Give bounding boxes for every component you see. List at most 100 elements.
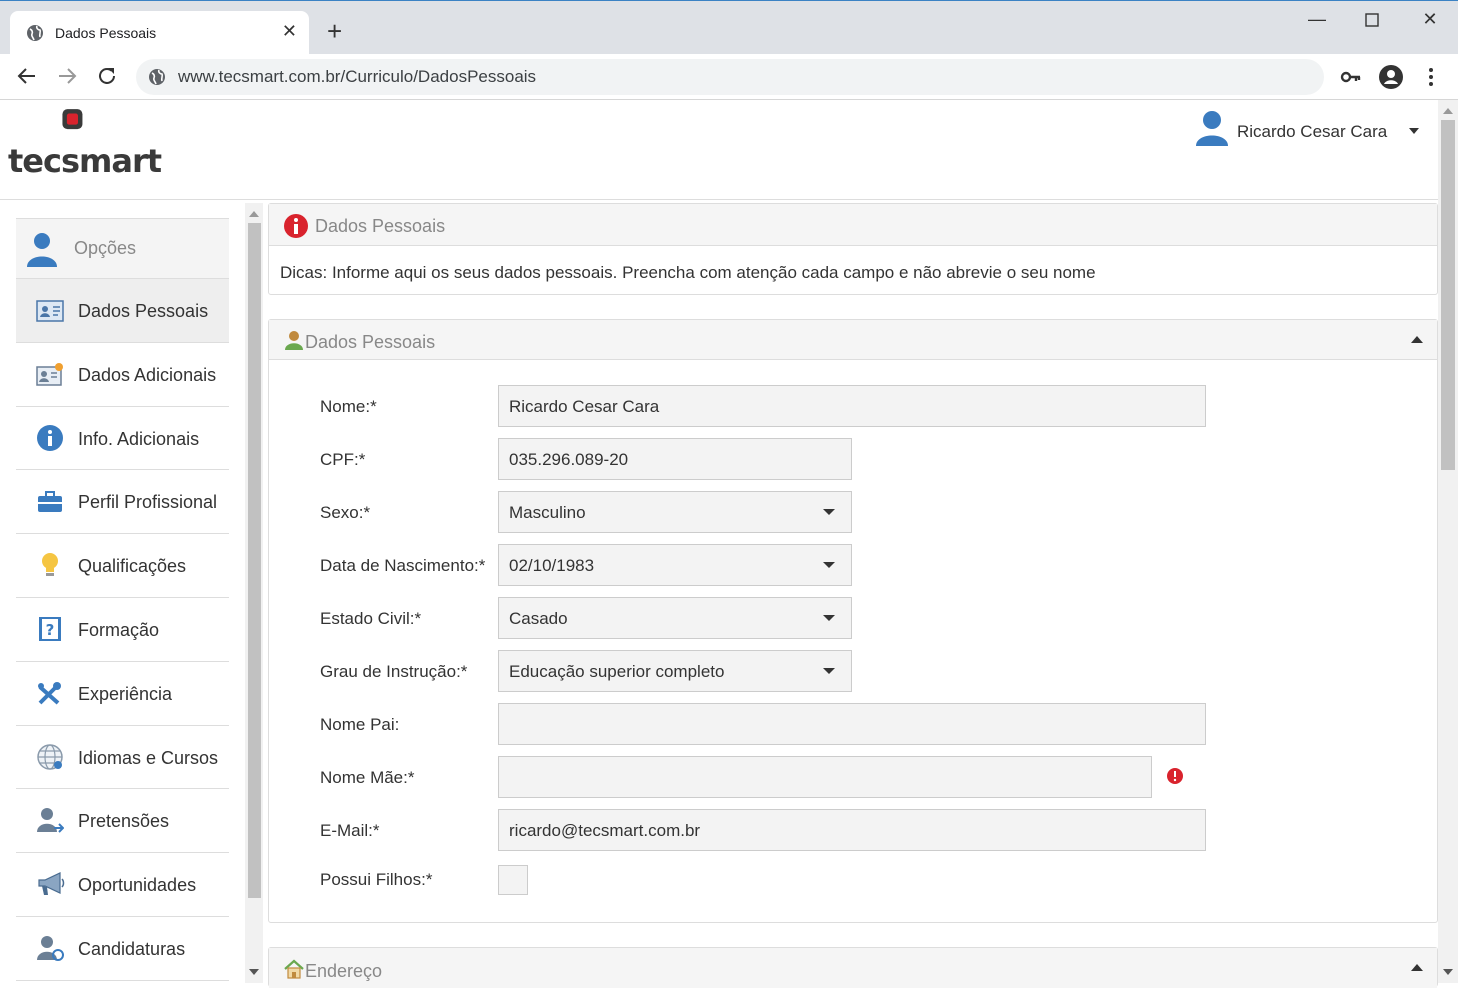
collapse-up-icon[interactable] — [1411, 336, 1423, 343]
tab-close-icon[interactable]: ✕ — [282, 21, 297, 42]
scroll-up-icon[interactable] — [1443, 108, 1453, 114]
sidebar-item-dados-adicionais[interactable]: Dados Adicionais — [16, 343, 229, 407]
mae-input[interactable] — [498, 756, 1152, 798]
tip-panel: Dados Pessoais Dicas: Informe aqui os se… — [268, 203, 1438, 295]
logo-text[interactable]: tecsmart — [8, 142, 162, 180]
sidebar: Opções Dados Pessoais Dados Adicionais I… — [16, 218, 229, 981]
sidebar-heading: Opções — [16, 218, 229, 279]
sidebar-item-idiomas-cursos[interactable]: Idiomas e Cursos — [16, 726, 229, 790]
sidebar-item-label: Dados Adicionais — [78, 364, 217, 385]
sidebar-item-dados-pessoais[interactable]: Dados Pessoais — [16, 279, 229, 343]
dropdown-arrow-icon — [823, 668, 835, 674]
estado-civil-select[interactable]: Casado — [498, 597, 852, 639]
filhos-label: Possui Filhos:* — [320, 870, 433, 889]
site-globe-icon[interactable] — [148, 68, 166, 86]
nascimento-label: Data de Nascimento:* — [320, 556, 486, 575]
dados-pessoais-panel: Dados Pessoais Nome:* Ricardo Cesar Cara… — [268, 319, 1438, 923]
nome-input[interactable]: Ricardo Cesar Cara — [498, 385, 1206, 427]
reload-icon[interactable] — [94, 63, 120, 89]
sidebar-item-label: Pretensões — [78, 811, 170, 832]
tip-panel-title: Dados Pessoais — [315, 216, 446, 236]
browser-tab-strip: Dados Pessoais ✕ + — ✕ — [0, 0, 1458, 55]
sidebar-scrollbar[interactable] — [245, 203, 263, 983]
briefcase-icon — [38, 491, 62, 513]
sexo-select[interactable]: Masculino — [498, 491, 852, 533]
scrollbar-thumb[interactable] — [1441, 120, 1455, 470]
sidebar-item-info-adicionais[interactable]: Info. Adicionais — [16, 407, 229, 471]
key-icon[interactable] — [1338, 64, 1364, 90]
pai-label: Nome Pai: — [320, 715, 400, 734]
dropdown-arrow-icon — [823, 615, 835, 621]
pai-input[interactable] — [498, 703, 1206, 745]
sidebar-item-label: Oportunidades — [78, 875, 197, 896]
form-panel-title: Dados Pessoais — [305, 332, 436, 352]
dropdown-arrow-icon — [823, 562, 835, 568]
book-icon: ? — [39, 616, 61, 641]
estado-civil-label: Estado Civil:* — [320, 609, 422, 628]
mae-label: Nome Mãe:* — [320, 768, 415, 787]
sidebar-item-experiencia[interactable]: Experiência — [16, 662, 229, 726]
page-scrollbar[interactable] — [1438, 100, 1458, 983]
email-input[interactable]: ricardo@tecsmart.com.br — [498, 809, 1206, 851]
globe-icon — [37, 743, 63, 770]
back-arrow-icon[interactable] — [14, 63, 40, 89]
sidebar-item-label: Experiência — [78, 683, 173, 704]
menu-dots-icon[interactable] — [1418, 64, 1444, 90]
endereco-panel: Endereço — [268, 947, 1438, 988]
chevron-down-icon[interactable] — [1409, 128, 1419, 134]
user-name: Ricardo Cesar Cara — [1237, 122, 1388, 141]
forward-arrow-icon[interactable] — [54, 63, 80, 89]
sidebar-item-label: Formação — [78, 619, 160, 640]
id-card-icon — [36, 300, 64, 322]
sidebar-item-candidaturas[interactable]: Candidaturas — [16, 917, 229, 981]
new-tab-icon[interactable]: + — [327, 18, 342, 44]
user-small-icon — [285, 331, 303, 350]
cpf-label: CPF:* — [320, 450, 366, 469]
url-text: www.tecsmart.com.br/Curriculo/DadosPesso… — [178, 67, 537, 86]
cpf-input[interactable]: 035.296.089-20 — [498, 438, 852, 480]
filhos-checkbox[interactable] — [498, 865, 528, 895]
address-bar[interactable]: www.tecsmart.com.br/Curriculo/DadosPesso… — [136, 59, 1324, 95]
sidebar-item-label: Qualificações — [78, 556, 187, 577]
sidebar-item-perfil-profissional[interactable]: Perfil Profissional — [16, 470, 229, 535]
sidebar-item-qualificacoes[interactable]: Qualificações — [16, 534, 229, 598]
lightbulb-icon — [42, 553, 58, 577]
close-window-icon[interactable]: ✕ — [1410, 9, 1450, 33]
collapse-up-icon[interactable] — [1411, 964, 1423, 971]
user-menu[interactable]: Ricardo Cesar Cara — [1194, 108, 1424, 148]
sidebar-item-oportunidades[interactable]: Oportunidades — [16, 853, 229, 917]
sidebar-item-formacao[interactable]: ? Formação — [16, 598, 229, 662]
maximize-icon[interactable] — [1352, 9, 1392, 33]
minimize-icon[interactable]: — — [1297, 9, 1337, 33]
sidebar-item-pretensoes[interactable]: Pretensões — [16, 789, 229, 854]
user-refresh-icon — [37, 935, 64, 961]
email-label: E-Mail:* — [320, 821, 380, 840]
user-avatar-icon — [1196, 111, 1228, 146]
svg-text:?: ? — [46, 621, 55, 639]
tab-title: Dados Pessoais — [55, 25, 157, 41]
grau-select[interactable]: Educação superior completo — [498, 650, 852, 692]
user-icon — [27, 233, 57, 267]
profile-icon[interactable] — [1378, 64, 1404, 90]
info-icon — [37, 424, 63, 451]
endereco-panel-header[interactable]: Endereço — [269, 948, 1437, 988]
scrollbar-thumb[interactable] — [248, 223, 261, 898]
tip-panel-header: Dados Pessoais — [269, 204, 1437, 246]
nome-label: Nome:* — [320, 397, 377, 416]
sidebar-item-label: Idiomas e Cursos — [78, 747, 219, 768]
scroll-down-icon[interactable] — [249, 969, 259, 975]
header-divider — [0, 199, 1438, 200]
browser-tab[interactable]: Dados Pessoais ✕ — [10, 11, 309, 55]
grau-label: Grau de Instrução:* — [320, 662, 468, 681]
home-icon — [284, 959, 304, 979]
alert-info-icon — [284, 214, 308, 238]
error-icon — [1167, 768, 1183, 784]
sidebar-item-label: Dados Pessoais — [78, 301, 209, 321]
scroll-down-icon[interactable] — [1443, 969, 1453, 975]
sexo-label: Sexo:* — [320, 503, 371, 522]
scroll-up-icon[interactable] — [249, 211, 259, 217]
endereco-panel-title: Endereço — [305, 961, 383, 981]
dados-pessoais-panel-header[interactable]: Dados Pessoais — [269, 320, 1437, 360]
globe-icon — [27, 25, 43, 41]
nascimento-date-picker[interactable]: 02/10/1983 — [498, 544, 852, 586]
